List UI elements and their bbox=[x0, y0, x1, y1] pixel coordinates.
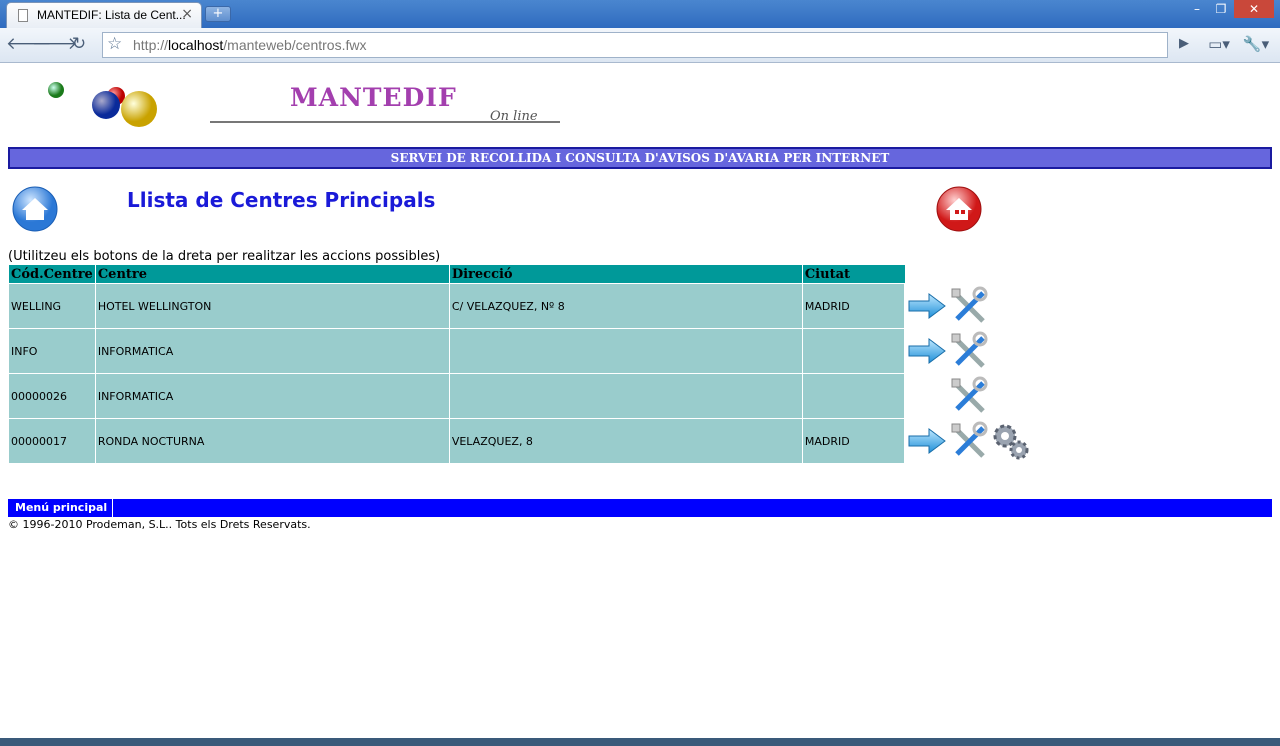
os-taskbar bbox=[0, 738, 1280, 746]
column-header: Centre bbox=[94, 265, 450, 284]
cell-address bbox=[448, 328, 803, 374]
bookmark-star-icon[interactable]: ☆ bbox=[107, 34, 122, 54]
service-banner: SERVEI DE RECOLLIDA I CONSULTA D'AVISOS … bbox=[8, 147, 1272, 169]
page-icon bbox=[18, 9, 28, 22]
action-spacer bbox=[907, 375, 947, 417]
cell-centre: INFORMATICA bbox=[94, 373, 450, 419]
table-row: WELLING HOTEL WELLINGTON C/ VELAZQUEZ, Nº … bbox=[8, 283, 1034, 329]
tools-icon[interactable] bbox=[949, 420, 989, 462]
tools-icon[interactable] bbox=[949, 285, 989, 327]
go-arrow-icon[interactable] bbox=[907, 420, 947, 462]
main-menu-link[interactable]: Menú principal bbox=[10, 499, 114, 517]
close-window-button[interactable]: ✕ bbox=[1234, 0, 1274, 18]
column-header: Direcció bbox=[448, 265, 803, 284]
logo-tagline: On line bbox=[490, 109, 538, 124]
cell-centre: HOTEL WELLINGTON bbox=[94, 283, 450, 329]
minimize-button[interactable]: – bbox=[1186, 0, 1208, 18]
logo-text: MANTEDIF bbox=[290, 83, 457, 112]
centres-table: Cód.Centre Centre Direcció Ciutat WELLIN… bbox=[8, 265, 1034, 464]
page-content: MANTEDIF On line SERVEI DE RECOLLIDA I C… bbox=[0, 63, 1280, 746]
table-row: 00000026 INFORMATICA bbox=[8, 373, 1034, 419]
home-red-icon[interactable] bbox=[935, 186, 983, 232]
tools-icon[interactable] bbox=[949, 330, 989, 372]
cell-city: MADRID bbox=[801, 418, 906, 464]
column-header: Ciutat bbox=[801, 265, 905, 284]
copyright-text: © 1996-2010 Prodeman, S.L.. Tots els Dre… bbox=[8, 518, 311, 531]
cell-city bbox=[801, 328, 906, 374]
back-icon[interactable]: 🡐 bbox=[6, 33, 52, 55]
address-bar[interactable]: ☆ http://localhost/manteweb/centros.fwx bbox=[102, 32, 1168, 58]
cell-code: WELLING bbox=[8, 283, 96, 329]
browser-toolbar: 🡐 🡒 ↻ ☆ http://localhost/manteweb/centro… bbox=[0, 28, 1280, 63]
cell-city: MADRID bbox=[801, 283, 906, 329]
home-blue-icon[interactable] bbox=[12, 186, 58, 232]
row-actions bbox=[904, 373, 1034, 419]
gears-icon[interactable] bbox=[991, 420, 1031, 462]
footer-bar: Menú principal bbox=[8, 499, 1272, 517]
cell-code: 00000026 bbox=[8, 373, 96, 419]
restore-button[interactable]: ❐ bbox=[1210, 0, 1232, 18]
cell-centre: INFORMATICA bbox=[94, 328, 450, 374]
reload-icon[interactable]: ↻ bbox=[67, 33, 91, 55]
go-arrow-icon[interactable] bbox=[907, 285, 947, 327]
cell-centre: RONDA NOCTURNA bbox=[94, 418, 450, 464]
browser-titlebar: MANTEDIF: Lista de Cent... × + – ❐ ✕ bbox=[0, 0, 1280, 28]
table-row: 00000017 RONDA NOCTURNA VELAZQUEZ, 8 MADRID bbox=[8, 418, 1034, 464]
url-text[interactable]: http://localhost/manteweb/centros.fwx bbox=[133, 37, 366, 53]
table-header-row: Cód.Centre Centre Direcció Ciutat bbox=[8, 265, 1034, 284]
forward-icon[interactable]: 🡒 bbox=[32, 33, 78, 55]
cell-address: C/ VELAZQUEZ, Nº 8 bbox=[448, 283, 803, 329]
cell-code: INFO bbox=[8, 328, 96, 374]
actions-header bbox=[904, 265, 1034, 284]
wrench-menu-icon[interactable]: 🔧▾ bbox=[1240, 33, 1272, 55]
tools-icon[interactable] bbox=[949, 375, 989, 417]
tab-title: MANTEDIF: Lista de Cent... bbox=[37, 8, 186, 22]
page-menu-icon[interactable]: ▭▾ bbox=[1204, 33, 1234, 55]
cell-address bbox=[448, 373, 803, 419]
table-row: INFO INFORMATICA bbox=[8, 328, 1034, 374]
page-title: Llista de Centres Principals bbox=[127, 188, 436, 212]
cell-address: VELAZQUEZ, 8 bbox=[448, 418, 803, 464]
cell-city bbox=[801, 373, 906, 419]
logo-balls-icon bbox=[48, 82, 157, 127]
go-arrow-icon[interactable] bbox=[907, 330, 947, 372]
cell-code: 00000017 bbox=[8, 418, 96, 464]
instructions-text: (Utilitzeu els botons de la dreta per re… bbox=[8, 249, 441, 264]
row-actions bbox=[904, 283, 1034, 329]
row-actions bbox=[904, 418, 1034, 464]
tab-close-icon[interactable]: × bbox=[181, 6, 193, 22]
row-actions bbox=[904, 328, 1034, 374]
go-icon[interactable]: ▶ bbox=[1172, 33, 1196, 55]
column-header: Cód.Centre bbox=[8, 265, 96, 284]
new-tab-button[interactable]: + bbox=[205, 6, 231, 22]
browser-tab[interactable]: MANTEDIF: Lista de Cent... × bbox=[6, 2, 202, 28]
